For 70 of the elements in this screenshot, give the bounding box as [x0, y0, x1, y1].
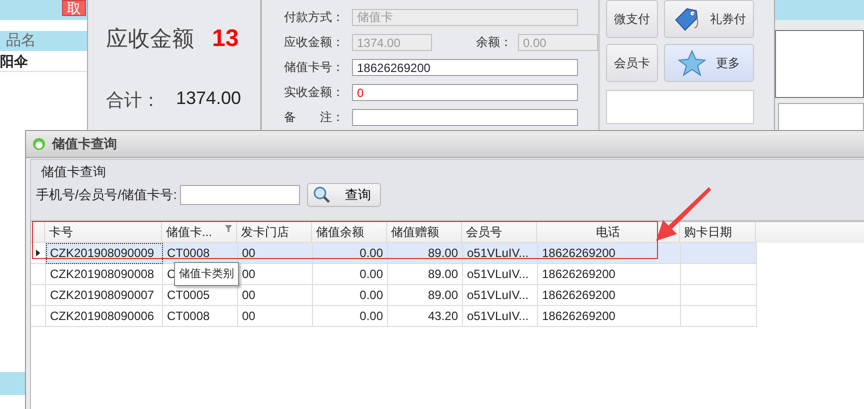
payment-button[interactable]: 礼券付: [664, 0, 754, 38]
input-field[interactable]: [352, 109, 578, 126]
table-cell: CZK201908090008: [50, 267, 154, 281]
table-cell: 00: [242, 267, 256, 281]
table-cell: o51VLuIV...: [467, 246, 529, 260]
table-cell: 0.00: [360, 267, 383, 281]
table-cell: 18626269200: [542, 309, 616, 323]
group-title: 储值卡查询: [40, 163, 107, 181]
column-header[interactable]: 购卡日期: [684, 224, 732, 240]
amount-due-value: 13: [212, 25, 239, 53]
bottom-bar: [0, 372, 26, 395]
payment-button[interactable]: 微支付: [606, 0, 658, 38]
star-icon: [678, 49, 706, 77]
field-label: 应收金额：: [284, 34, 345, 51]
table-cell: o51VLuIV...: [467, 309, 529, 323]
table-cell: o51VLuIV...: [467, 288, 529, 302]
table-cell: 18626269200: [542, 288, 616, 302]
table-cell: 18626269200: [542, 267, 616, 281]
table-cell: 00: [242, 288, 256, 302]
current-row-icon: [36, 249, 40, 257]
payment-button[interactable]: 会员卡: [606, 44, 658, 82]
column-header[interactable]: 储值赠额: [391, 224, 439, 240]
app-icon: [32, 137, 46, 151]
table-cell: 00: [242, 309, 256, 323]
window-title: 储值卡查询: [52, 135, 117, 153]
table-cell: 89.00: [428, 246, 458, 260]
column-header[interactable]: 发卡门店: [241, 224, 289, 240]
column-header[interactable]: 储值余额: [316, 224, 364, 240]
total-label: 合计：: [106, 89, 160, 112]
table-cell: CZK201908090006: [50, 309, 154, 323]
field-label: 余额：: [475, 34, 513, 51]
search-label: 手机号/会员号/储值卡号:: [36, 186, 177, 204]
field-label: 付款方式：: [284, 9, 345, 26]
table-cell: 阳伞: [0, 51, 87, 72]
field-label: 储值卡号：: [284, 59, 345, 76]
table-row[interactable]: CZK201908090009 CT0008 00 0.00 89.00 o51VLuIV... 18626269200: [31, 243, 864, 264]
total-value: 1374.00: [176, 88, 242, 110]
text-area[interactable]: [606, 90, 754, 124]
column-header[interactable]: 会员号: [466, 224, 502, 240]
table-row[interactable]: CZK201908090006 CT0008 00 0.00 43.20 o51VLuIV... 18626269200: [31, 306, 864, 327]
table-cell: o51VLuIV...: [467, 267, 529, 281]
table-cell: CZK201908090009: [50, 246, 154, 260]
search-field[interactable]: [180, 185, 300, 205]
search-icon: [312, 186, 331, 204]
table-cell: 00: [242, 246, 256, 260]
column-header[interactable]: 电话: [596, 224, 620, 240]
table-cell: CZK201908090007: [50, 288, 154, 302]
table-cell: 89.00: [428, 267, 458, 281]
table-cell: 43.20: [428, 309, 458, 323]
field-label: 备 注：: [284, 109, 345, 126]
table-cell: CT0008: [167, 309, 210, 323]
search-button[interactable]: 查询: [306, 183, 381, 207]
amount-due-label: 应收金额: [106, 25, 194, 53]
arrow-drawing: [656, 187, 711, 241]
input-field[interactable]: 0: [352, 84, 578, 101]
column-header[interactable]: 储值卡...: [166, 224, 212, 240]
payment-button[interactable]: 更多: [664, 44, 754, 82]
field-label: 实收金额：: [284, 84, 345, 101]
table-cell: CT0005: [167, 288, 210, 302]
table-cell: 0.00: [360, 246, 383, 260]
filter-icon[interactable]: [225, 225, 232, 232]
table-cell: CT0008: [167, 246, 210, 260]
table-cell: 0.00: [360, 309, 383, 323]
table-cell: 0.00: [360, 288, 383, 302]
column-header[interactable]: 卡号: [49, 224, 73, 240]
table-cell: 89.00: [428, 288, 458, 302]
tooltip: 储值卡类别: [174, 262, 239, 286]
input-field[interactable]: 18626269200: [352, 59, 578, 76]
table-cell: 18626269200: [542, 246, 616, 260]
column-header: 品名: [0, 31, 87, 51]
